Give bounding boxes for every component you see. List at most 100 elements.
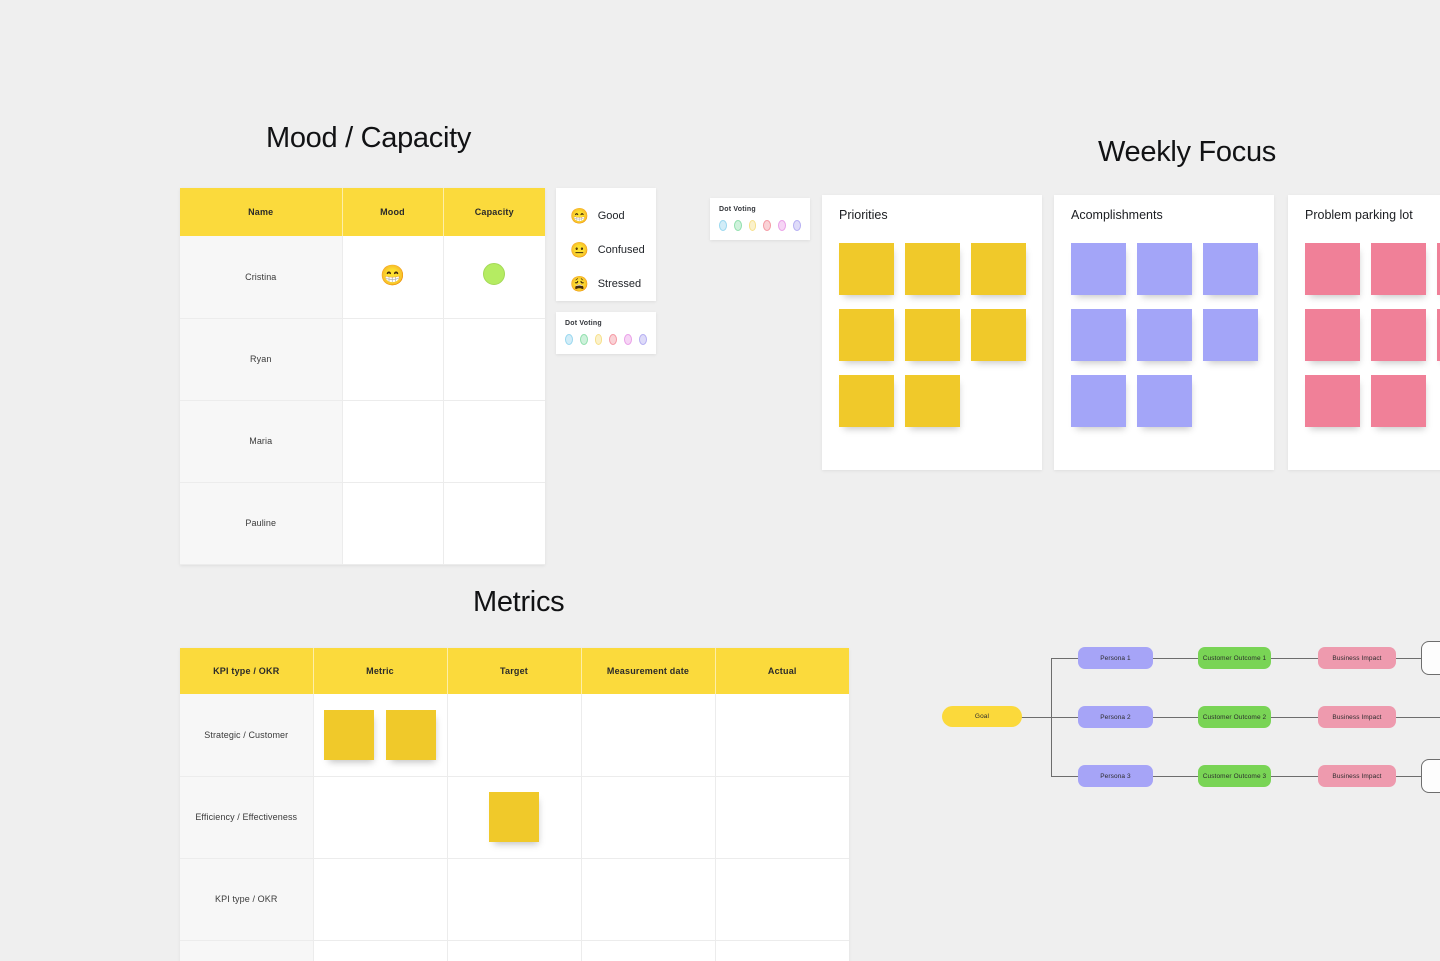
focus-panel-priorities[interactable]: Priorities (822, 195, 1042, 470)
metrics-cell-actual[interactable] (715, 776, 849, 859)
metrics-cell-date[interactable] (581, 858, 716, 941)
table-row[interactable]: Ryan (180, 318, 545, 401)
flow-node-customer-outcome-2[interactable]: Customer Outcome 2 (1198, 706, 1271, 728)
sticky-note[interactable] (1071, 375, 1126, 427)
sticky-note[interactable] (1371, 375, 1426, 427)
metrics-cell-metric[interactable] (313, 776, 448, 859)
sticky-note[interactable] (905, 309, 960, 361)
sticky-note[interactable] (905, 375, 960, 427)
flow-node-empty-1[interactable] (1421, 641, 1440, 675)
vote-dot-green[interactable] (579, 334, 588, 345)
metrics-cell-date[interactable] (581, 940, 716, 961)
sticky-note[interactable] (1371, 243, 1426, 295)
flow-node-business-impact-3[interactable]: Business Impact (1318, 765, 1396, 787)
flow-node-persona-2[interactable]: Persona 2 (1078, 706, 1153, 728)
table-row[interactable]: Efficiency / Effectiveness (180, 776, 849, 859)
metrics-cell-actual[interactable] (715, 858, 849, 941)
journey-impact-map[interactable]: Goal Persona 1 Persona 2 Persona 3 Custo… (930, 620, 1440, 820)
sticky-note[interactable] (971, 243, 1026, 295)
mood-cell-capacity[interactable] (443, 318, 545, 401)
flow-node-persona-3[interactable]: Persona 3 (1078, 765, 1153, 787)
vote-dot-magenta[interactable] (624, 334, 633, 345)
table-row[interactable]: Strategic / Customer (180, 694, 849, 777)
sticky-note[interactable] (489, 792, 539, 842)
table-row[interactable]: Pauline (180, 482, 545, 565)
mood-cell-mood[interactable] (342, 482, 444, 565)
sticky-note[interactable] (839, 375, 894, 427)
flow-node-business-impact-1[interactable]: Business Impact (1318, 647, 1396, 669)
mood-cell-capacity[interactable] (443, 482, 545, 565)
sticky-note[interactable] (1137, 375, 1192, 427)
metrics-row-label: Efficiency / Effectiveness (180, 776, 314, 859)
sticky-note[interactable] (971, 309, 1026, 361)
dot-voting-widget[interactable]: Dot Voting (710, 198, 810, 240)
vote-dot-magenta[interactable] (778, 220, 787, 231)
sticky-note[interactable] (1305, 243, 1360, 295)
sticky-note[interactable] (386, 709, 436, 760)
neutral-face-emoji: 😐 (570, 241, 589, 259)
vote-dot-green[interactable] (733, 220, 742, 231)
flow-node-persona-1[interactable]: Persona 1 (1078, 647, 1153, 669)
metrics-cell-actual[interactable] (715, 940, 849, 961)
metrics-col-header-actual: Actual (715, 648, 849, 694)
metrics-cell-target[interactable] (447, 858, 582, 941)
sticky-note[interactable] (1371, 309, 1426, 361)
flow-node-customer-outcome-1[interactable]: Customer Outcome 1 (1198, 647, 1271, 669)
table-row[interactable]: KPI type / OKR (180, 858, 849, 941)
flow-node-business-impact-2[interactable]: Business Impact (1318, 706, 1396, 728)
mood-cell-mood[interactable] (342, 318, 444, 401)
flow-node-customer-outcome-3[interactable]: Customer Outcome 3 (1198, 765, 1271, 787)
metrics-cell-metric[interactable] (313, 858, 448, 941)
metrics-col-header-measurement-date: Measurement date (581, 648, 716, 694)
metrics-cell-metric[interactable] (313, 940, 448, 961)
metrics-cell-date[interactable] (581, 776, 716, 859)
vote-dot-red[interactable] (609, 334, 618, 345)
mood-cell-mood[interactable] (342, 400, 444, 483)
mood-cell-capacity[interactable] (443, 400, 545, 483)
metrics-table[interactable]: KPI type / OKR Metric Target Measurement… (180, 648, 849, 961)
mood-cell-mood[interactable]: 😁 (342, 236, 444, 319)
vote-dot-purple[interactable] (793, 220, 801, 231)
metrics-cell-target[interactable] (447, 776, 582, 859)
vote-dot-red[interactable] (763, 220, 772, 231)
table-row[interactable]: Cristina 😁 (180, 236, 545, 319)
sticky-notes-cell (314, 709, 447, 760)
sticky-note[interactable] (1137, 243, 1192, 295)
metrics-cell-target[interactable] (447, 694, 582, 777)
vote-dot-blue[interactable] (719, 220, 727, 231)
mood-cell-capacity[interactable] (443, 236, 545, 319)
sticky-note[interactable] (1203, 243, 1258, 295)
connector-trunk-to-persona-2 (1051, 717, 1078, 718)
dot-voting-dots (565, 334, 647, 345)
vote-dot-blue[interactable] (565, 334, 573, 345)
sticky-note[interactable] (1071, 243, 1126, 295)
metrics-cell-metric[interactable] (313, 694, 448, 777)
table-row[interactable]: Maria (180, 400, 545, 483)
flow-node-goal[interactable]: Goal (942, 706, 1022, 727)
sticky-note[interactable] (1071, 309, 1126, 361)
table-row[interactable] (180, 940, 849, 961)
focus-panel-accomplishments[interactable]: Acomplishments (1054, 195, 1274, 470)
sticky-note[interactable] (1305, 375, 1360, 427)
mood-table-header-row: Name Mood Capacity (180, 188, 545, 236)
vote-dot-purple[interactable] (639, 334, 647, 345)
metrics-cell-target[interactable] (447, 940, 582, 961)
metrics-cell-actual[interactable] (715, 694, 849, 777)
legend-item-good: 😁 Good (570, 199, 656, 233)
focus-panel-problem-parking-lot[interactable]: Problem parking lot (1288, 195, 1440, 470)
sticky-note[interactable] (324, 709, 374, 760)
sticky-note[interactable] (839, 243, 894, 295)
sticky-note[interactable] (905, 243, 960, 295)
flow-node-empty-3[interactable] (1421, 759, 1440, 793)
sticky-note[interactable] (839, 309, 894, 361)
sticky-note[interactable] (1137, 309, 1192, 361)
metrics-cell-date[interactable] (581, 694, 716, 777)
sticky-note[interactable] (1305, 309, 1360, 361)
mood-row-name: Pauline (180, 482, 343, 565)
sticky-note[interactable] (1203, 309, 1258, 361)
vote-dot-yellow[interactable] (748, 220, 757, 231)
mood-capacity-table[interactable]: Name Mood Capacity Cristina 😁 Ryan Maria (180, 188, 545, 565)
vote-dot-yellow[interactable] (594, 334, 603, 345)
connector-impact-3-to-next (1396, 776, 1421, 777)
dot-voting-widget[interactable]: Dot Voting (556, 312, 656, 354)
